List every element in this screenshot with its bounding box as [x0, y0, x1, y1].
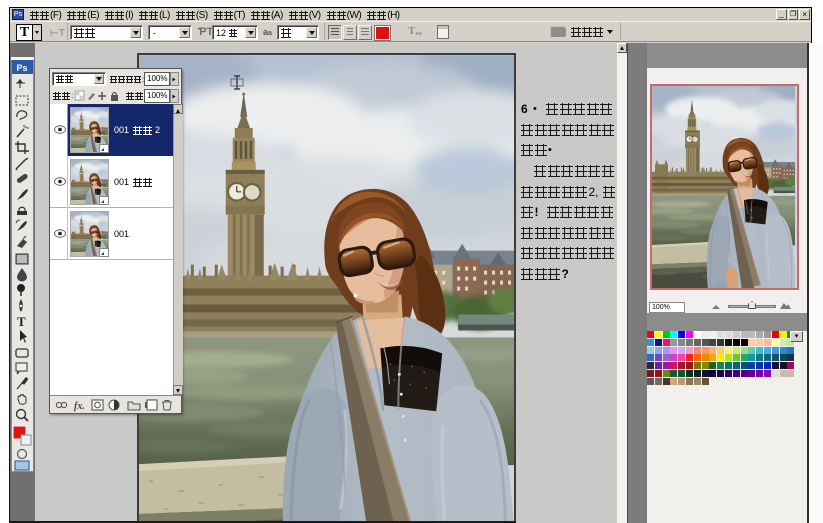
svg-text:T: T: [17, 314, 26, 329]
svg-text:Ps: Ps: [16, 63, 27, 73]
svg-text:fx.: fx.: [74, 401, 85, 412]
